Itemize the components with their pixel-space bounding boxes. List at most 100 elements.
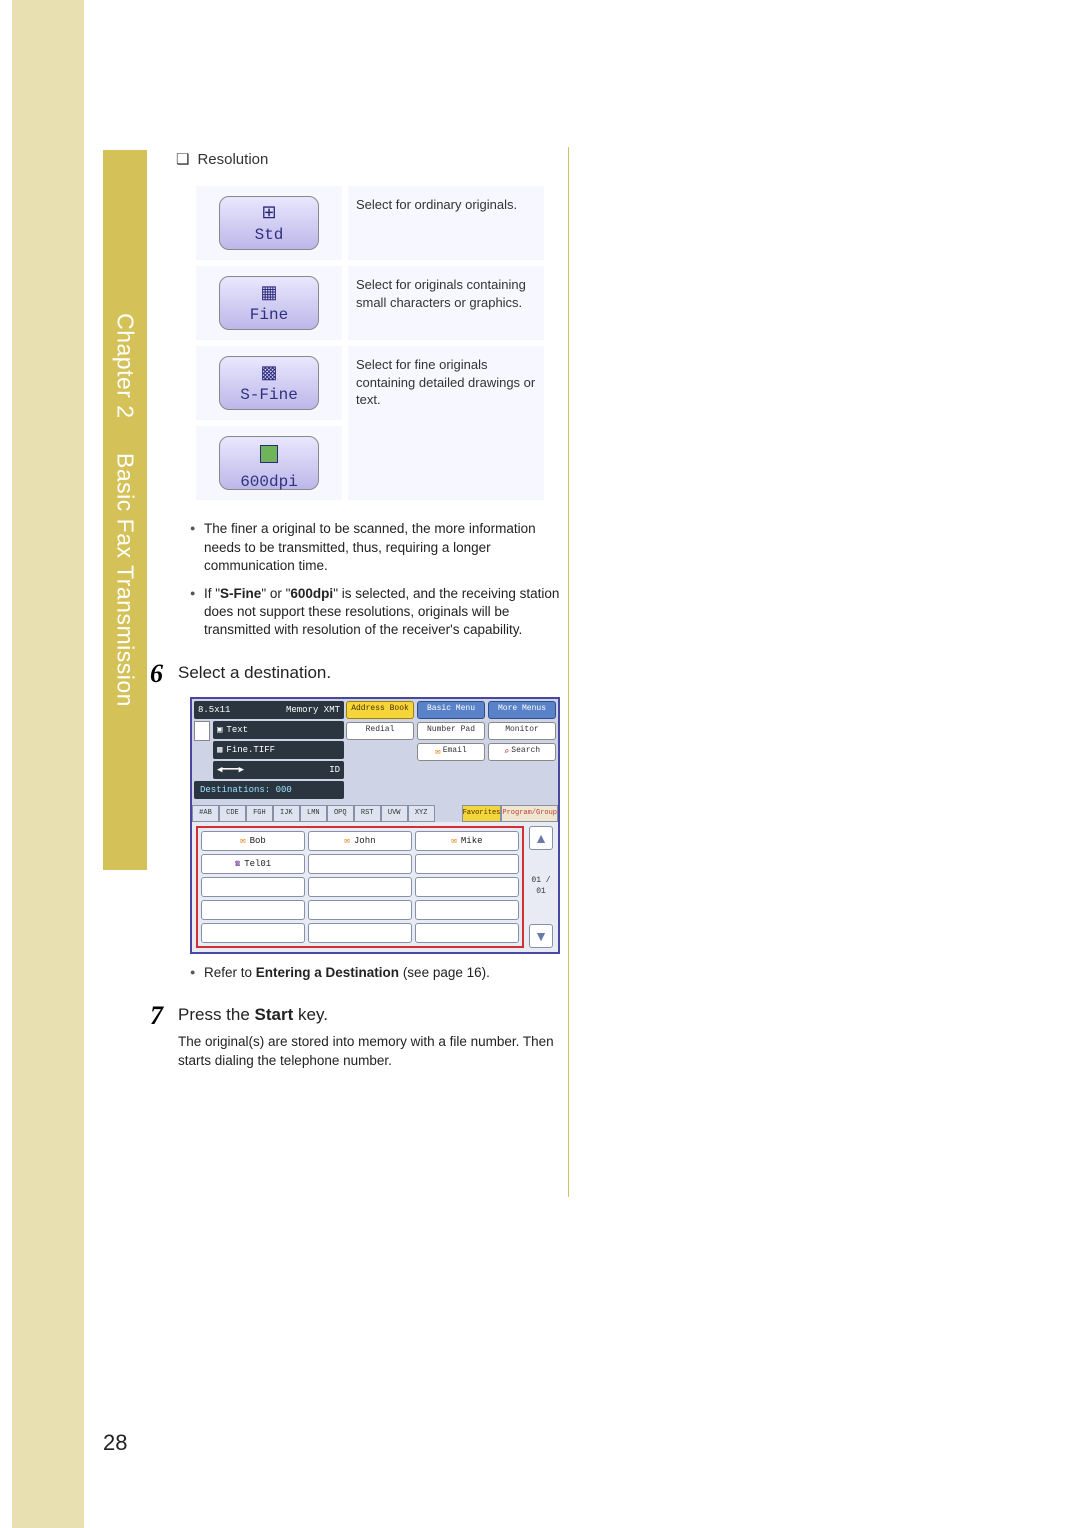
note-item: If "S-Fine" or "600dpi" is selected, and… xyxy=(190,585,570,640)
contact-button[interactable] xyxy=(201,877,305,897)
contact-button[interactable] xyxy=(201,923,305,943)
btn-label: Search xyxy=(511,746,540,757)
step-title: Select a destination. xyxy=(178,662,570,685)
basic-menu-tab[interactable]: Basic Menu xyxy=(417,701,485,719)
mail-icon: ✉ xyxy=(435,746,440,758)
alpha-tab[interactable]: OPQ xyxy=(327,805,354,822)
contact-name: John xyxy=(354,835,376,847)
format-row: ▦Fine.TIFF xyxy=(213,741,344,759)
file-format: Fine.TIFF xyxy=(226,744,275,756)
step-body: The original(s) are stored into memory w… xyxy=(178,1033,570,1069)
step-number: 7 xyxy=(150,998,163,1033)
note-bold: S-Fine xyxy=(220,586,261,601)
contact-button[interactable] xyxy=(308,877,412,897)
contact-button[interactable] xyxy=(308,854,412,874)
mail-icon: ✉ xyxy=(451,835,456,847)
grid-fine-icon: ▦ xyxy=(220,283,318,301)
mail-icon: ✉ xyxy=(240,835,245,847)
mode-row: ▣Text xyxy=(213,721,344,739)
email-button[interactable]: ✉Email xyxy=(417,743,485,761)
contact-button[interactable] xyxy=(201,900,305,920)
alpha-tab[interactable]: #AB xyxy=(192,805,219,822)
alpha-tab[interactable]: CDE xyxy=(219,805,246,822)
paper-size: 8.5x11 xyxy=(198,704,230,716)
alpha-tab[interactable]: IJK xyxy=(273,805,300,822)
resolution-label: S-Fine xyxy=(220,385,318,407)
chapter-block: Chapter 2 Basic Fax Transmission xyxy=(103,150,147,870)
number-pad-button[interactable]: Number Pad xyxy=(417,722,485,740)
program-group-tab[interactable]: Program/Group xyxy=(501,805,558,822)
note-text: The finer a original to be scanned, the … xyxy=(204,521,536,572)
contact-name: Tel01 xyxy=(244,858,271,870)
contact-button[interactable] xyxy=(415,900,519,920)
resolution-sfine-desc: Select for fine originals containing det… xyxy=(345,343,547,503)
note-item: Refer to Entering a Destination (see pag… xyxy=(190,964,570,982)
mail-icon: ✉ xyxy=(344,835,349,847)
note-bold: 600dpi xyxy=(290,586,333,601)
alpha-tab[interactable]: LMN xyxy=(300,805,327,822)
contact-name: Mike xyxy=(461,835,483,847)
alpha-tab[interactable]: XYZ xyxy=(408,805,435,822)
destinations-count: Destinations: 000 xyxy=(194,781,344,799)
contact-button[interactable] xyxy=(415,877,519,897)
density-row: ◀━━━▶ID xyxy=(213,761,344,779)
resolution-fine-button[interactable]: ▦ Fine xyxy=(219,276,319,330)
page-number: 28 xyxy=(103,1428,127,1458)
btn-label: Email xyxy=(443,746,467,757)
chapter-label: Chapter 2 Basic Fax Transmission xyxy=(109,313,140,707)
contact-button[interactable]: ✉Bob xyxy=(201,831,305,851)
resolution-600dpi-button[interactable]: 600dpi xyxy=(219,436,319,490)
note-text: (see page 16). xyxy=(399,965,490,980)
resolution-std-desc: Select for ordinary originals. xyxy=(345,183,547,263)
resolution-std-button[interactable]: ⊞ Std xyxy=(219,196,319,250)
address-book-tab[interactable]: Address Book xyxy=(346,701,414,719)
fax-icon: ☎ xyxy=(235,858,240,870)
monitor-button[interactable]: Monitor xyxy=(488,722,556,740)
contact-button[interactable] xyxy=(308,900,412,920)
resolution-fine-desc: Select for originals containing small ch… xyxy=(345,263,547,343)
resolution-label: 600dpi xyxy=(220,472,318,494)
contacts-grid: ✉Bob ✉ John ✉ Mike ☎ Tel01 xyxy=(196,826,524,948)
step-title: Press the Start key. xyxy=(178,1004,570,1027)
resolution-notes: The finer a original to be scanned, the … xyxy=(190,520,570,639)
note-bold: Entering a Destination xyxy=(256,965,399,980)
step-7: 7 Press the Start key. The original(s) a… xyxy=(170,1004,570,1069)
resolution-label: Std xyxy=(220,225,318,247)
status-row: 8.5x11 Memory XMT xyxy=(194,701,344,719)
title-bold: Start xyxy=(255,1005,294,1024)
search-button[interactable]: ⌕Search xyxy=(488,743,556,761)
contact-button[interactable]: ☎ Tel01 xyxy=(201,854,305,874)
resolution-sfine-button[interactable]: ▩ S-Fine xyxy=(219,356,319,410)
title-text: key. xyxy=(293,1005,328,1024)
contact-button[interactable]: ✉ John xyxy=(308,831,412,851)
content-column: Resolution ⊞ Std Select for ordinary ori… xyxy=(170,150,570,1070)
scroll-up-button[interactable]: ▲ xyxy=(529,826,553,850)
scroll-down-button[interactable]: ▼ xyxy=(529,924,553,948)
note-item: The finer a original to be scanned, the … xyxy=(190,520,570,575)
note-text: " or " xyxy=(261,586,290,601)
redial-button[interactable]: Redial xyxy=(346,722,414,740)
memory-mode: Memory XMT xyxy=(286,704,340,716)
resolution-label: Fine xyxy=(220,305,318,327)
contact-button[interactable]: ✉ Mike xyxy=(415,831,519,851)
address-book-screen: 8.5x11 Memory XMT ▣Text ▦Fine.TIFF xyxy=(190,697,560,955)
alpha-tab[interactable]: FGH xyxy=(246,805,273,822)
note-text: If " xyxy=(204,586,220,601)
grid-sfine-icon: ▩ xyxy=(220,363,318,381)
favorites-tab[interactable]: Favorites xyxy=(462,805,502,822)
contact-button[interactable] xyxy=(308,923,412,943)
alpha-tab[interactable]: RST xyxy=(354,805,381,822)
contact-button[interactable] xyxy=(415,923,519,943)
alpha-tab[interactable]: UVW xyxy=(381,805,408,822)
chapter-title: Basic Fax Transmission xyxy=(113,453,139,707)
grid-icon: ⊞ xyxy=(220,203,318,221)
contact-button[interactable] xyxy=(415,854,519,874)
step-6: 6 Select a destination. 8.5x11 Memory XM… xyxy=(170,662,570,983)
note-text: Refer to xyxy=(204,965,256,980)
resolution-table: ⊞ Std Select for ordinary originals. ▦ F… xyxy=(190,180,550,506)
alpha-tabs: #AB CDE FGH IJK LMN OPQ RST UVW XYZ Favo… xyxy=(192,805,558,822)
more-menus-tab[interactable]: More Menus xyxy=(488,701,556,719)
title-text: Press the xyxy=(178,1005,255,1024)
search-icon: ⌕ xyxy=(504,746,509,758)
square-green-icon xyxy=(260,445,278,463)
